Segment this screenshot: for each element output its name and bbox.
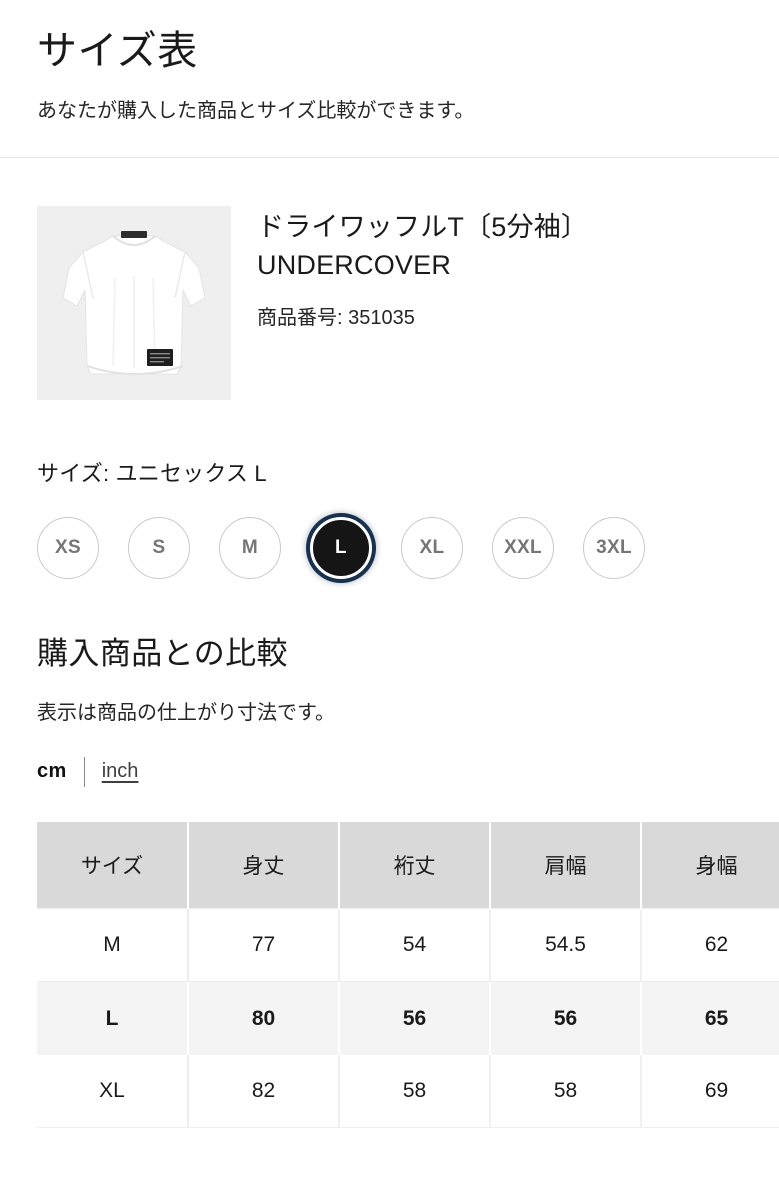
selected-size-label: サイズ: ユニセックス L [37,461,267,486]
unit-cm-button[interactable]: cm [37,760,67,783]
comparison-section: 購入商品との比較 表示は商品の仕上がり寸法です。 cm inch [0,579,779,787]
col-header-size: サイズ [37,821,189,909]
col-header-body-length: 身丈 [188,821,340,909]
unit-inch-button[interactable]: inch [102,760,139,783]
page-title: サイズ表 [37,29,198,73]
size-pill-l[interactable]: L [310,517,372,579]
size-pill-s[interactable]: S [128,517,190,579]
table-row: XL 82 58 58 69 [37,1054,779,1129]
cell-body-length: 77 [188,908,340,983]
cell-sleeve-length: 56 [339,981,491,1055]
cell-body-width: 62 [641,908,779,983]
size-pill-xxl[interactable]: XXL [492,517,554,579]
size-table-head: サイズ 身丈 裄丈 肩幅 身幅 [37,821,779,909]
size-chart-page: サイズ表 あなたが購入した商品とサイズ比較ができます。 ドライワッフルT〔5分袖… [0,0,779,1200]
page-subtitle: あなたが購入した商品とサイズ比較ができます。 [37,100,475,122]
size-pill-xl[interactable]: XL [401,517,463,579]
size-pill-m[interactable]: M [219,517,281,579]
col-header-sleeve-length: 裄丈 [339,821,491,909]
table-header-row: サイズ 身丈 裄丈 肩幅 身幅 [37,821,779,909]
size-pill-group: XS S M L XL XXL 3XL [37,517,742,579]
table-row: L 80 56 56 65 [37,981,779,1055]
comparison-title: 購入商品との比較 [37,636,288,671]
product-name-line2: UNDERCOVER [257,250,452,281]
product-name-line1: ドライワッフルT〔5分袖〕 [257,212,589,242]
cell-shoulder-width: 54.5 [490,908,642,983]
size-pill-xs[interactable]: XS [37,517,99,579]
product-name: ドライワッフルT〔5分袖〕 UNDERCOVER [257,208,588,285]
size-table-body: M 77 54 54.5 62 L 80 56 56 65 XL 82 58 5… [37,908,779,1129]
unit-toggle: cm inch [37,756,742,787]
cell-body-width: 69 [641,1054,779,1129]
col-header-shoulder-width: 肩幅 [490,821,642,909]
comparison-note: 表示は商品の仕上がり寸法です。 [37,701,335,724]
cell-sleeve-length: 58 [339,1054,491,1129]
product-info: ドライワッフルT〔5分袖〕 UNDERCOVER 商品番号: 351035 [257,206,588,400]
product-summary: ドライワッフルT〔5分袖〕 UNDERCOVER 商品番号: 351035 [0,158,779,400]
col-header-body-width: 身幅 [641,821,779,909]
product-image[interactable] [37,206,231,400]
cell-size: M [37,908,189,983]
cell-shoulder-width: 58 [490,1054,642,1129]
cell-sleeve-length: 54 [339,908,491,983]
cell-size: L [37,981,189,1055]
cell-body-width: 65 [641,981,779,1055]
page-header: サイズ表 あなたが購入した商品とサイズ比較ができます。 [0,0,779,126]
size-pill-3xl[interactable]: 3XL [583,517,645,579]
cell-shoulder-width: 56 [490,981,642,1055]
table-row: M 77 54 54.5 62 [37,908,779,983]
cell-size: XL [37,1054,189,1129]
cell-body-length: 82 [188,1054,340,1129]
product-code: 商品番号: 351035 [257,306,415,329]
size-table-scroll-container[interactable]: サイズ 身丈 裄丈 肩幅 身幅 M 77 54 54.5 62 L 80 56 … [37,821,779,1129]
size-table: サイズ 身丈 裄丈 肩幅 身幅 M 77 54 54.5 62 L 80 56 … [37,821,779,1129]
cell-body-length: 80 [188,981,340,1055]
unit-divider [83,756,85,787]
size-selector-section: サイズ: ユニセックス L XS S M L XL XXL 3XL [0,400,779,579]
